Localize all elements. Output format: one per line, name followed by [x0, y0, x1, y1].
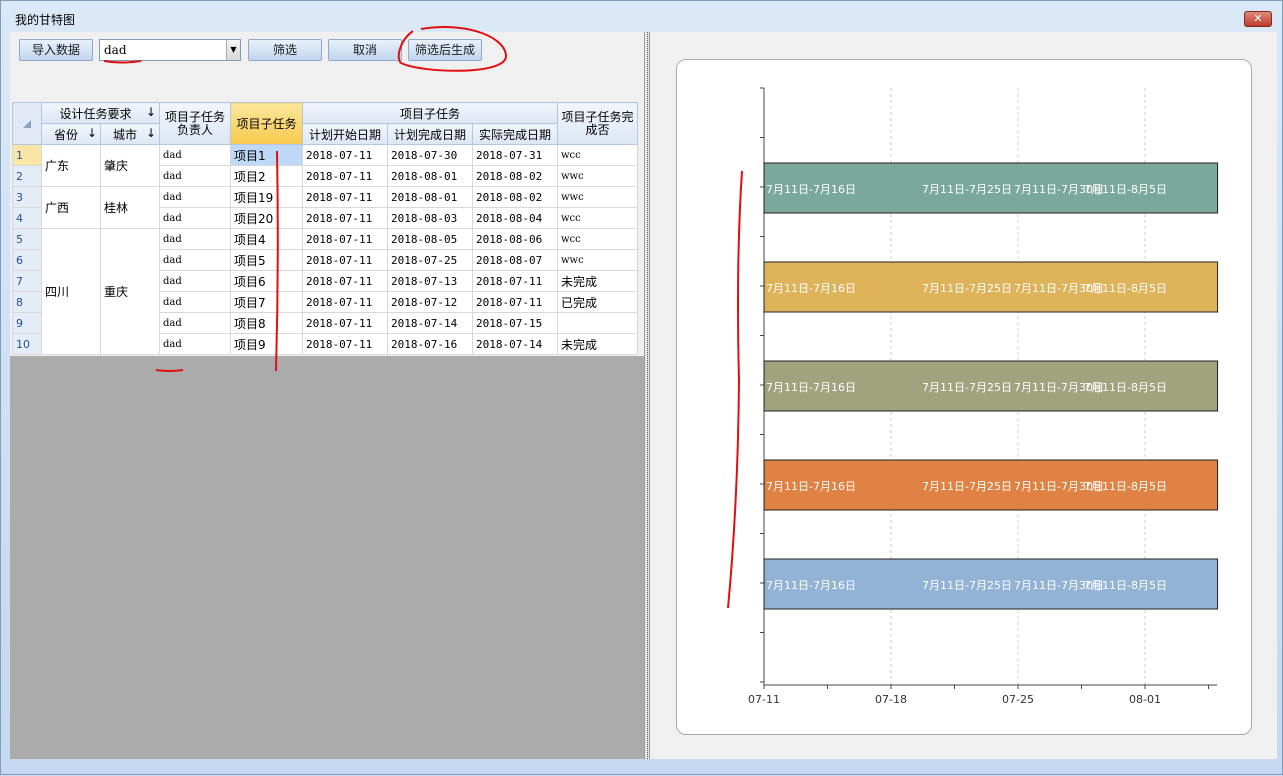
red-annotation-layer: [103, 26, 743, 609]
annotation-line: [275, 150, 279, 372]
annotation-circle: [397, 26, 508, 72]
annotation-line: [727, 170, 743, 609]
app-window: 我的甘特图 ✕ 导入数据 dad ▼ 筛选 取消 筛选后生成 设计任务要求 ↓ …: [0, 0, 1283, 775]
annotation-underline: [103, 60, 142, 64]
annotation-underline: [155, 369, 184, 372]
